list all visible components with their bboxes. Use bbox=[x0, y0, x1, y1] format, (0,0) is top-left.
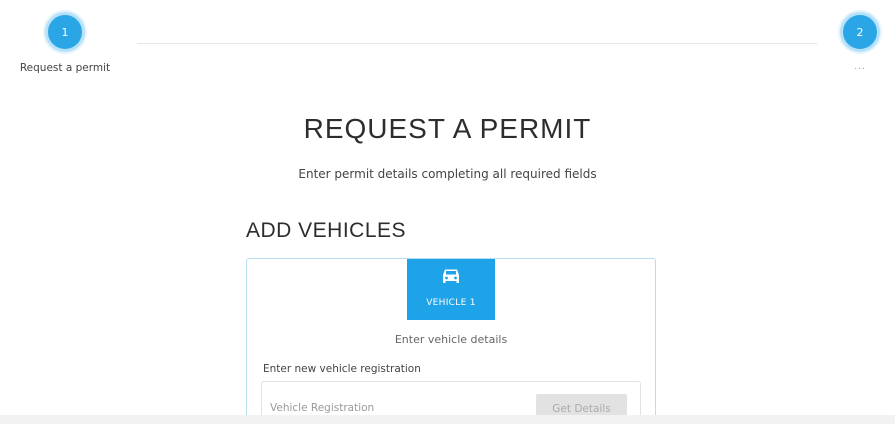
step-1-circle[interactable]: 1 bbox=[45, 12, 85, 52]
registration-label: Enter new vehicle registration bbox=[263, 363, 421, 375]
car-icon bbox=[443, 269, 459, 283]
add-vehicles-heading: ADD VEHICLES bbox=[246, 219, 407, 242]
bottom-band bbox=[0, 415, 895, 424]
permit-request-page: 1 Request a permit 2 ... REQUEST A PERMI… bbox=[0, 0, 895, 424]
step-2-circle[interactable]: 2 bbox=[840, 12, 880, 52]
step-1-label: Request a permit bbox=[19, 62, 111, 74]
vehicle-card: VEHICLE 1 Enter vehicle details Enter ne… bbox=[246, 258, 656, 424]
vehicle-1-tab[interactable]: VEHICLE 1 bbox=[407, 259, 495, 320]
step-1[interactable]: 1 Request a permit bbox=[10, 12, 120, 74]
page-title: REQUEST A PERMIT bbox=[303, 113, 592, 144]
vehicle-1-tab-label: VEHICLE 1 bbox=[426, 298, 476, 308]
page-subtitle: Enter permit details completing all requ… bbox=[298, 167, 597, 181]
step-2[interactable]: 2 ... bbox=[805, 12, 895, 72]
stepper-connector bbox=[137, 43, 817, 44]
step-2-label: ... bbox=[854, 62, 866, 72]
vehicle-instructions: Enter vehicle details bbox=[394, 333, 508, 346]
